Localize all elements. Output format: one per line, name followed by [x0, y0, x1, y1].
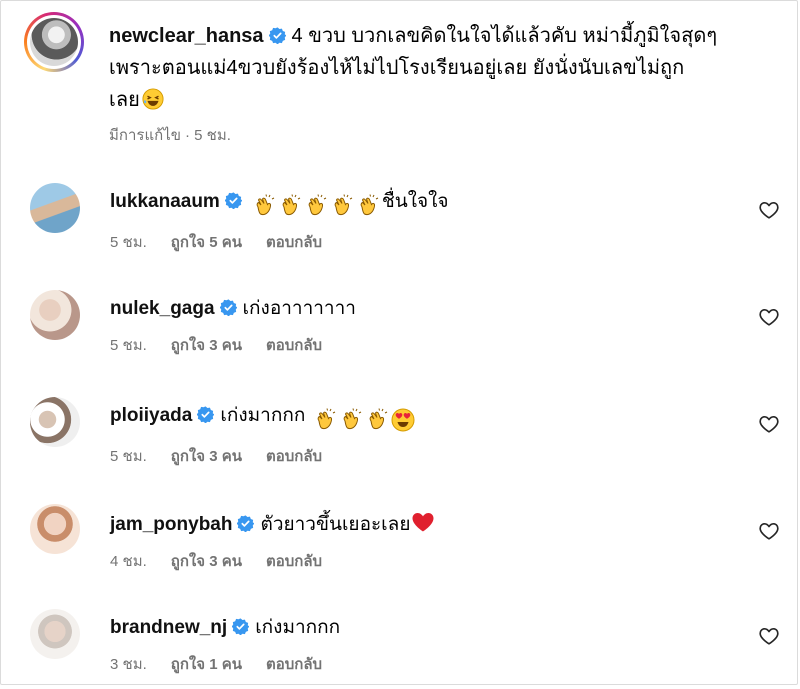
author-avatar-story-ring[interactable] [24, 12, 84, 72]
commenter-username[interactable]: brandnew_nj [110, 617, 227, 638]
emoji-group [252, 193, 382, 219]
clap-emoji [278, 194, 302, 218]
reply-button[interactable]: ตอบกลับ [266, 448, 322, 465]
comment-text: เก่งอาาาาาาา [242, 298, 356, 319]
rolling-laughing-emoji [142, 88, 164, 110]
caption-text-line2: เพราะตอนแม่4ขวบยังร้องไห้ไม่ไปโรงเรียนอย… [109, 57, 685, 79]
like-heart-icon[interactable] [758, 413, 780, 435]
reply-button[interactable]: ตอบกลับ [266, 656, 322, 673]
clap-emoji [304, 194, 328, 218]
clap-emoji [365, 408, 389, 432]
author-username[interactable]: newclear_hansa [109, 25, 264, 47]
verified-badge-icon [225, 192, 242, 209]
like-heart-icon[interactable] [758, 625, 780, 647]
comment-text: ตัวยาวขึ้นเยอะเลย [260, 514, 411, 535]
verified-badge-icon [237, 515, 254, 532]
comment-time[interactable]: 3 ชม. [110, 656, 147, 673]
reply-button[interactable]: ตอบกลับ [266, 553, 322, 570]
comment-time[interactable]: 5 ชม. [110, 448, 147, 465]
likes-count[interactable]: ถูกใจ 1 คน [171, 656, 242, 673]
comment-time[interactable]: 5 ชม. [110, 234, 147, 251]
comment-text: ชื่นใจใจ [381, 191, 449, 212]
like-heart-icon[interactable] [758, 520, 780, 542]
likes-count[interactable]: ถูกใจ 3 คน [171, 553, 242, 570]
caption-text-line1: 4 ขวบ บวกเลขคิดในใจได้แล้วคับ หม่ามี้ภูม… [291, 25, 718, 47]
comment-meta: 4 ชม. ถูกใจ 3 คน ตอบกลับ [110, 552, 730, 572]
comment-meta: 5 ชม. ถูกใจ 3 คน ตอบกลับ [110, 447, 730, 467]
comment-meta: 3 ชม. ถูกใจ 1 คน ตอบกลับ [110, 655, 730, 675]
reply-button[interactable]: ตอบกลับ [266, 337, 322, 354]
commenter-avatar[interactable] [30, 504, 80, 554]
red-heart-emoji [411, 510, 435, 534]
comment-text: เก่งมากกก [220, 405, 306, 426]
emoji-group [313, 407, 417, 433]
commenter-username[interactable]: lukkanaaum [110, 191, 220, 212]
caption-body: newclear_hansa 4 ขวบ บวกเลขคิดในใจได้แล้ว… [109, 20, 779, 146]
like-heart-icon[interactable] [758, 199, 780, 221]
author-avatar[interactable] [30, 18, 78, 66]
clap-emoji [252, 194, 276, 218]
comment-item: jam_ponybah ตัวยาวขึ้นเยอะเลย 4 ชม. ถูกใจ … [30, 504, 780, 584]
commenter-username[interactable]: nulek_gaga [110, 298, 215, 319]
clap-emoji [356, 194, 380, 218]
commenter-avatar[interactable] [30, 397, 80, 447]
comment-time[interactable]: 4 ชม. [110, 553, 147, 570]
likes-count[interactable]: ถูกใจ 5 คน [171, 234, 242, 251]
comment-time[interactable]: 5 ชม. [110, 337, 147, 354]
commenter-username[interactable]: ploiiyada [110, 405, 192, 426]
clap-emoji [339, 408, 363, 432]
clap-emoji [313, 408, 337, 432]
clap-emoji [330, 194, 354, 218]
verified-badge-icon [220, 299, 237, 316]
commenter-avatar[interactable] [30, 609, 80, 659]
verified-badge-icon [197, 406, 214, 423]
commenter-avatar[interactable] [30, 183, 80, 233]
reply-button[interactable]: ตอบกลับ [266, 234, 322, 251]
commenter-username[interactable]: jam_ponybah [110, 514, 232, 535]
verified-badge-icon [269, 27, 286, 44]
caption-text-line3: เลย [109, 89, 140, 111]
likes-count[interactable]: ถูกใจ 3 คน [171, 448, 242, 465]
commenter-avatar[interactable] [30, 290, 80, 340]
comment-text: เก่งมากกก [255, 617, 341, 638]
verified-badge-icon [232, 618, 249, 635]
comment-item: lukkanaaum ชื่นใจใจ 5 ชม. ถูกใจ 5 คน ตอบกลั… [30, 183, 780, 263]
like-heart-icon[interactable] [758, 306, 780, 328]
comment-item: brandnew_nj เก่งมากกก 3 ชม. ถูกใจ 1 คน ตอบก… [30, 609, 780, 689]
comment-meta: 5 ชม. ถูกใจ 3 คน ตอบกลับ [110, 336, 730, 356]
comment-item: nulek_gaga เก่งอาาาาาาา 5 ชม. ถูกใจ 3 คน ตอ… [30, 290, 780, 370]
caption-meta: มีการแก้ไข · 5 ชม. [109, 126, 779, 146]
edited-label: มีการแก้ไข [109, 127, 181, 144]
post-time[interactable]: · 5 ชม. [185, 127, 231, 144]
likes-count[interactable]: ถูกใจ 3 คน [171, 337, 242, 354]
comment-meta: 5 ชม. ถูกใจ 5 คน ตอบกลับ [110, 233, 730, 253]
heart-eyes-emoji [391, 408, 415, 432]
comment-item: ploiiyada เก่งมากกก 5 ชม. ถูกใจ 3 คน ตอบกลั… [30, 397, 780, 477]
